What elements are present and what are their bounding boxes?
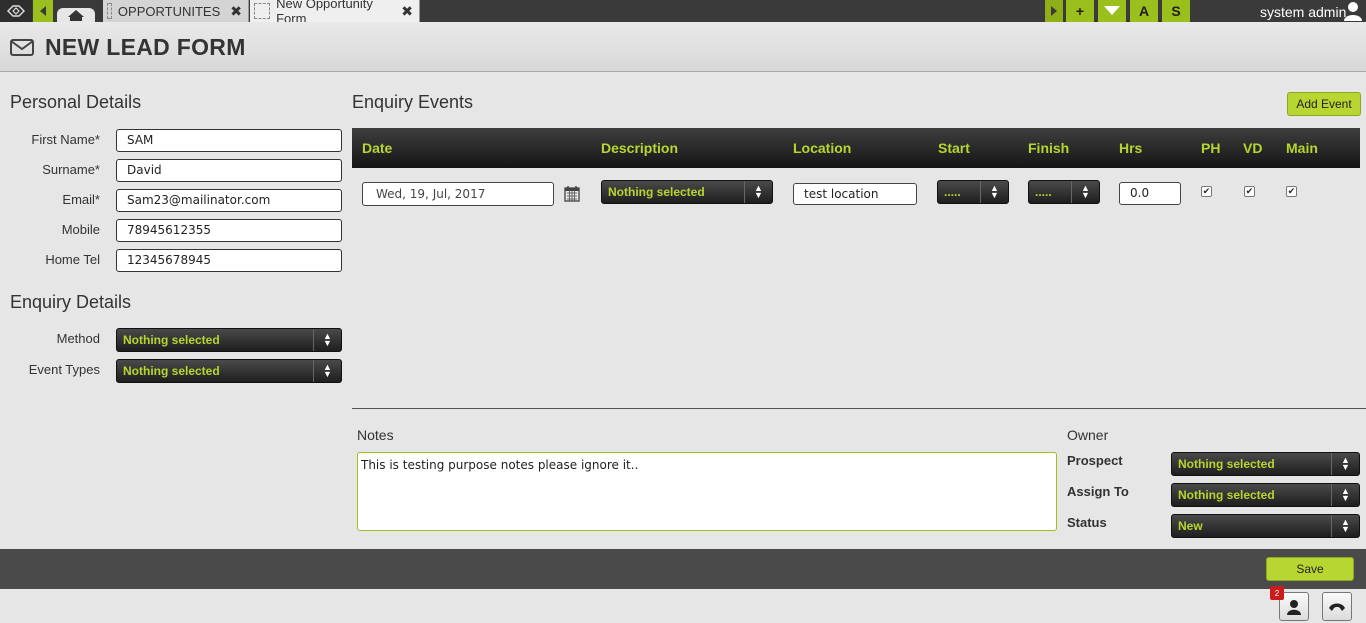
person-icon [1287,599,1301,615]
notes-textarea[interactable]: This is testing purpose notes please ign… [357,452,1057,531]
save-button[interactable]: Save [1266,557,1354,581]
event-start-value: ..... [944,185,961,199]
event-location-field[interactable]: test location [793,183,917,205]
enquiry-events-heading: Enquiry Events [352,92,474,112]
column-header-vd[interactable]: VD [1243,140,1262,156]
user-name[interactable]: system admin [1260,4,1346,20]
home-tel-label: Home Tel [45,252,100,267]
sort-caret-icon: ▲ ▼ [1331,484,1359,506]
notes-label: Notes [357,427,394,443]
close-icon[interactable]: ✖ [230,3,242,20]
method-select-value: Nothing selected [123,333,220,347]
close-icon[interactable]: ✖ [401,3,413,20]
surname-field[interactable]: David [116,159,342,182]
column-header-date[interactable]: Date [362,140,392,156]
column-header-finish[interactable]: Finish [1028,140,1069,156]
owner-heading: Owner [1067,427,1109,443]
email-label: Email* [62,192,100,207]
event-hrs-field[interactable]: 0.0 [1119,182,1181,205]
dropdown-button[interactable] [1096,0,1126,22]
add-event-button[interactable]: Add Event [1287,92,1361,116]
sort-caret-icon: ▲ ▼ [980,181,1008,203]
method-label: Method [56,331,100,346]
prospect-select-value: Nothing selected [1178,457,1275,471]
enquiry-details-heading: Enquiry Details [10,292,132,312]
home-tel-field[interactable]: 12345678945 [116,249,342,272]
ph-checkbox[interactable]: ✔ [1201,186,1212,197]
event-finish-select[interactable]: ..... ▲ ▼ [1028,180,1100,204]
sort-caret-icon: ▲ ▼ [1331,515,1359,537]
event-types-select[interactable]: Nothing selected ▲ ▼ [116,359,342,383]
calendar-icon[interactable] [564,185,580,202]
email-field[interactable]: Sam23@mailinator.com [116,189,342,212]
main-checkbox[interactable]: ✔ [1286,186,1297,197]
scroll-right-icon[interactable] [1045,0,1063,22]
tab-label: OPPORTUNITES [117,3,221,19]
column-header-description[interactable]: Description [601,140,678,156]
events-table-header: Date Description Location Start Finish H… [352,128,1360,168]
title-bar: NEW LEAD FORM [0,22,1366,72]
sort-caret-icon: ▲ ▼ [313,360,341,382]
prospect-select[interactable]: Nothing selected ▲ ▼ [1171,452,1360,476]
event-date-field[interactable]: Wed, 19, Jul, 2017 [362,182,554,206]
tab-new-opportunity-form[interactable]: New Opportunity Form ✖ [250,0,420,26]
status-select-value: New [1178,519,1203,533]
phone-button[interactable] [1322,592,1352,621]
first-name-field[interactable]: SAM [116,129,342,152]
tab-page-icon [254,3,271,19]
column-header-ph[interactable]: PH [1201,140,1220,156]
divider [352,408,1366,409]
event-types-select-value: Nothing selected [123,364,220,378]
status-label: Status [1067,515,1107,530]
add-button[interactable]: + [1064,0,1094,22]
personal-details-heading: Personal Details [10,92,142,112]
sort-caret-icon: ▲ ▼ [1331,453,1359,475]
assign-to-select[interactable]: Nothing selected ▲ ▼ [1171,483,1360,507]
mobile-field[interactable]: 78945612355 [116,219,342,242]
app-logo-icon[interactable] [0,0,32,22]
notification-badge: 2 [1270,586,1284,600]
a-button[interactable]: A [1128,0,1158,22]
prospect-label: Prospect [1067,453,1123,468]
method-select[interactable]: Nothing selected ▲ ▼ [116,328,342,352]
status-select[interactable]: New ▲ ▼ [1171,514,1360,538]
event-types-label: Event Types [28,362,100,377]
envelope-icon [10,39,34,56]
assign-to-label: Assign To [1067,484,1129,499]
top-bar: OPPORTUNITES ✖ New Opportunity Form ✖ + … [0,0,1366,26]
tab-page-icon [107,3,112,19]
phone-icon [1329,603,1345,611]
event-description-value: Nothing selected [608,185,705,199]
tab-opportunites[interactable]: OPPORTUNITES ✖ [103,0,249,22]
column-header-hrs[interactable]: Hrs [1119,140,1142,156]
column-header-start[interactable]: Start [938,140,970,156]
event-description-select[interactable]: Nothing selected ▲ ▼ [601,180,773,204]
user-icon[interactable] [1343,1,1363,21]
sort-caret-icon: ▲ ▼ [744,181,772,203]
surname-label: Surname* [42,162,100,177]
event-start-select[interactable]: ..... ▲ ▼ [937,180,1009,204]
sort-caret-icon: ▲ ▼ [1071,181,1099,203]
first-name-label: First Name* [31,132,100,147]
bottom-bar [0,589,1366,623]
vd-checkbox[interactable]: ✔ [1244,186,1255,197]
chevron-down-icon [1104,6,1120,15]
column-header-main[interactable]: Main [1286,140,1318,156]
page-title: NEW LEAD FORM [45,34,246,60]
mobile-label: Mobile [61,222,100,237]
sort-caret-icon: ▲ ▼ [313,329,341,351]
event-finish-value: ..... [1035,185,1052,199]
assign-to-select-value: Nothing selected [1178,488,1275,502]
footer-bar [0,549,1366,589]
s-button[interactable]: S [1160,0,1190,22]
scroll-left-icon[interactable] [33,0,53,22]
column-header-location[interactable]: Location [793,140,851,156]
home-icon[interactable] [57,8,95,22]
